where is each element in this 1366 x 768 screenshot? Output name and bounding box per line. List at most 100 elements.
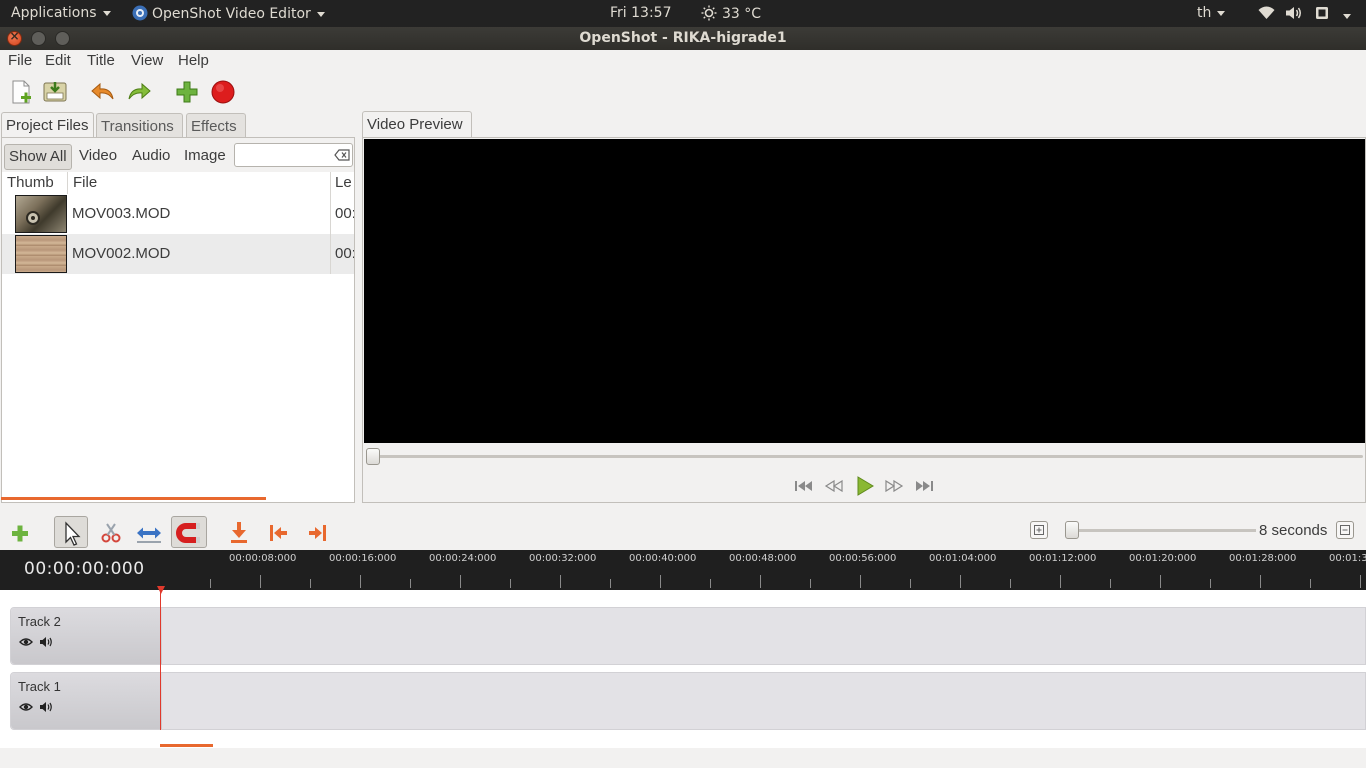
file-row[interactable]: MOV003.MOD 00: (2, 194, 354, 234)
openshot-logo-icon (132, 5, 148, 21)
track-header: Track 2 (11, 608, 162, 664)
ruler-tick (960, 575, 961, 588)
snapping-toggle-button[interactable] (171, 516, 207, 548)
system-top-panel: Applications OpenShot Video Editor Fri 1… (0, 0, 1366, 27)
tab-effects[interactable]: Effects (186, 113, 246, 139)
add-track-icon (12, 525, 28, 542)
jump-to-start-button[interactable] (793, 478, 815, 494)
new-project-button[interactable] (8, 78, 36, 106)
ruler-tick (410, 579, 411, 588)
chevron-down-icon (316, 11, 325, 17)
weather-label: 33 °C (722, 6, 762, 22)
ruler-label: 00:00:56:000 (829, 553, 897, 564)
weather-sun-icon (701, 5, 717, 21)
filter-video-button[interactable]: Video (75, 144, 121, 170)
fast-forward-button[interactable] (883, 478, 905, 494)
eye-icon[interactable] (19, 636, 33, 648)
file-length: 00: (335, 245, 354, 262)
ruler-tick (660, 575, 661, 588)
weather-indicator[interactable]: 33 °C (701, 5, 761, 22)
menu-title[interactable]: Title (87, 52, 115, 69)
zoom-in-button[interactable] (1030, 521, 1048, 539)
scissors-icon (101, 523, 121, 543)
timeline-ruler[interactable]: 00:00:00:000 00:00:08:000 00:00:16:000 00:… (0, 550, 1366, 590)
column-length[interactable]: Le (335, 174, 352, 191)
menu-edit[interactable]: Edit (45, 52, 71, 69)
speaker-icon[interactable] (39, 636, 53, 648)
ruler-label: 00:01:04:000 (929, 553, 997, 564)
ruler-tick (1010, 579, 1011, 588)
ruler-tick (1260, 575, 1261, 588)
zoom-slider-handle[interactable] (1065, 521, 1079, 539)
seek-handle[interactable] (366, 448, 380, 465)
chevron-down-icon (1217, 10, 1226, 16)
clear-search-icon[interactable] (334, 148, 350, 162)
zoom-out-button[interactable] (1336, 521, 1354, 539)
record-button[interactable] (209, 78, 237, 106)
battery-icon[interactable] (1315, 6, 1329, 24)
previous-marker-button[interactable] (261, 516, 295, 548)
clock[interactable]: Fri 13:57 (610, 5, 671, 21)
filter-image-button[interactable]: Image (180, 144, 230, 170)
undo-icon (91, 82, 114, 100)
save-project-button[interactable] (41, 78, 69, 106)
timeline-tracks: Track 2 Track 1 (0, 590, 1366, 748)
rewind-button[interactable] (823, 478, 845, 494)
import-files-button[interactable] (173, 78, 201, 106)
speaker-icon[interactable] (39, 701, 53, 713)
ruler-tick (510, 579, 511, 588)
razor-tool-button[interactable] (94, 516, 128, 548)
applications-menu[interactable]: Applications (11, 5, 111, 21)
zoom-level-label: 8 seconds (1259, 522, 1328, 539)
playhead-line[interactable] (160, 588, 161, 730)
wifi-icon[interactable] (1258, 6, 1275, 24)
playhead-marker[interactable] (157, 586, 165, 594)
play-icon (857, 476, 874, 496)
jump-to-end-button[interactable] (913, 478, 935, 494)
new-project-icon (12, 80, 31, 104)
file-name: MOV002.MOD (72, 245, 171, 262)
track-row[interactable]: Track 2 (10, 607, 1366, 665)
volume-icon[interactable] (1285, 6, 1303, 24)
seek-slider[interactable] (371, 455, 1363, 458)
redo-button[interactable] (125, 78, 153, 106)
session-menu[interactable] (1337, 8, 1351, 24)
track-name: Track 2 (18, 614, 61, 629)
tab-transitions[interactable]: Transitions (96, 113, 183, 139)
keyboard-layout-menu[interactable]: th (1197, 5, 1226, 21)
track-name: Track 1 (18, 679, 61, 694)
menu-file[interactable]: File (8, 52, 32, 69)
play-button[interactable] (853, 475, 877, 497)
track-row[interactable]: Track 1 (10, 672, 1366, 730)
ruler-tick (1210, 579, 1211, 588)
ruler-label: 00:01:20:000 (1129, 553, 1197, 564)
next-marker-button[interactable] (300, 516, 334, 548)
fast-forward-icon (885, 479, 904, 493)
file-row[interactable]: MOV002.MOD 00: (2, 234, 354, 274)
tab-project-files[interactable]: Project Files (1, 112, 94, 138)
select-tool-button[interactable] (54, 516, 88, 548)
column-separator (330, 172, 331, 195)
ruler-label: 00:00:32:000 (529, 553, 597, 564)
resize-tool-button[interactable] (132, 516, 166, 548)
previous-marker-icon (270, 525, 287, 541)
resize-horizontal-icon (137, 527, 161, 543)
ruler-tick (760, 575, 761, 588)
window-titlebar: × OpenShot - RIKA-higrade1 (0, 27, 1366, 50)
active-app-menu[interactable]: OpenShot Video Editor (132, 5, 325, 22)
filter-audio-button[interactable]: Audio (128, 144, 174, 170)
add-marker-button[interactable] (222, 516, 256, 548)
tab-video-preview[interactable]: Video Preview (362, 111, 472, 137)
eye-icon[interactable] (19, 701, 33, 713)
timeline-scrollbar-area[interactable] (0, 748, 1366, 768)
file-length: 00: (335, 205, 354, 222)
zoom-slider[interactable] (1066, 529, 1256, 532)
file-list-header: Thumb File Le (2, 172, 354, 195)
menu-help[interactable]: Help (178, 52, 209, 69)
column-file[interactable]: File (73, 174, 97, 191)
filter-show-all-button[interactable]: Show All (4, 144, 72, 170)
column-thumb[interactable]: Thumb (7, 174, 54, 191)
add-track-button[interactable] (3, 516, 37, 548)
menu-view[interactable]: View (131, 52, 163, 69)
undo-button[interactable] (89, 78, 117, 106)
